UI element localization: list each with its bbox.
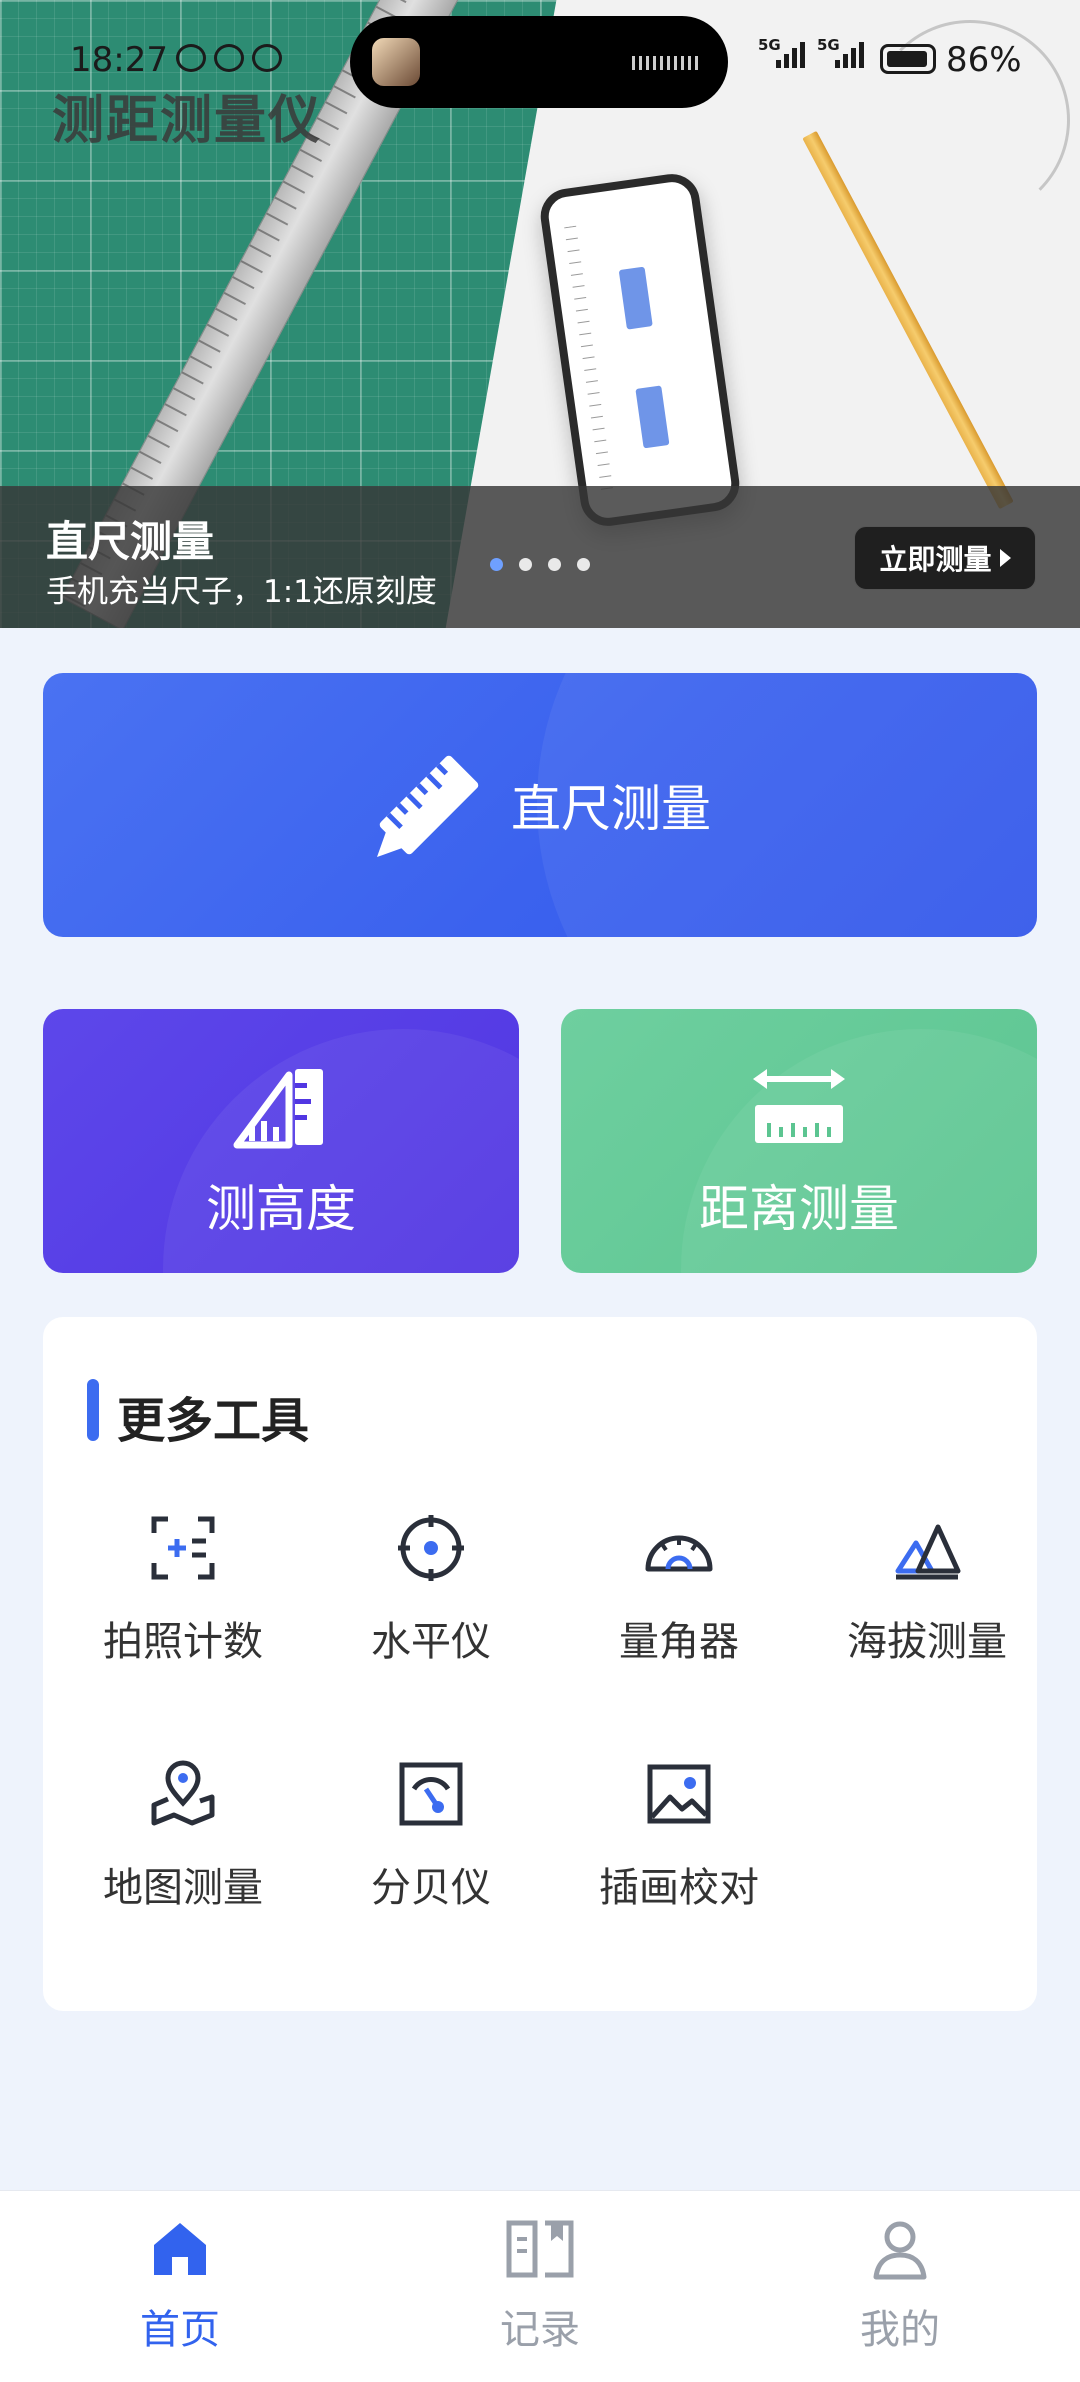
nav-home[interactable]: 首页 (60, 2217, 300, 2355)
tool-image-proof[interactable]: 插画校对 (555, 1759, 803, 1913)
height-measure-label: 测高度 (206, 1180, 356, 1238)
ruler-measure-card[interactable]: 直尺测量 (43, 673, 1037, 937)
more-tools-heading: 更多工具 (117, 1393, 310, 1449)
section-accent-bar (87, 1379, 99, 1441)
tool-label: 海拔测量 (847, 1619, 1007, 1665)
measure-now-label: 立即测量 (879, 543, 992, 576)
nav-profile[interactable]: 我的 (780, 2217, 1020, 2355)
tool-label: 量角器 (619, 1619, 739, 1665)
tool-photo-count[interactable]: 拍照计数 (59, 1513, 307, 1667)
height-chart-icon (233, 1069, 323, 1149)
map-measure-icon (151, 1760, 215, 1826)
status-bar: 18:27 5G 5G 86% (0, 0, 1080, 120)
height-measure-card[interactable]: 测高度 (43, 1009, 519, 1273)
tool-label: 分贝仪 (371, 1865, 491, 1911)
carousel-indicator[interactable] (490, 558, 590, 571)
headphones-icon (214, 44, 244, 72)
bottom-navigation: 首页 记录 我的 (0, 2190, 1080, 2382)
measure-now-button[interactable]: 立即测量 (854, 526, 1036, 590)
carousel-dot[interactable] (548, 558, 561, 571)
nav-records[interactable]: 记录 (420, 2217, 660, 2355)
tool-map-measure[interactable]: 地图测量 (59, 1759, 307, 1913)
tool-label: 水平仪 (371, 1619, 491, 1665)
tool-altitude[interactable]: 海拔测量 (803, 1513, 1051, 1667)
altitude-icon (895, 1524, 961, 1580)
banner-title: 直尺测量 (46, 517, 215, 566)
carousel-dot[interactable] (577, 558, 590, 571)
ruler-pencil-icon (377, 755, 479, 857)
more-tools-panel: 更多工具 拍照计数 水平仪 量角器 海拔测量 地图测量 分贝仪 插画校对 (43, 1317, 1037, 2011)
audio-wave-icon (632, 56, 702, 70)
ruler-measure-label: 直尺测量 (511, 780, 711, 838)
home-icon (154, 2223, 206, 2275)
tool-decibel[interactable]: 分贝仪 (307, 1759, 555, 1913)
phone-marker-top (618, 266, 653, 330)
distance-measure-label: 距离测量 (699, 1180, 899, 1238)
signal-indicators: 5G 5G (758, 36, 864, 68)
protractor-icon (645, 1535, 713, 1572)
media-thumbnail (372, 38, 420, 86)
tool-protractor[interactable]: 量角器 (555, 1513, 803, 1667)
banner-subtitle: 手机充当尺子，1:1还原刻度 (46, 574, 437, 610)
nav-label: 首页 (140, 2307, 220, 2353)
wechat-icon (252, 44, 282, 72)
play-arrow-icon (999, 549, 1011, 567)
status-notification-icons (176, 44, 282, 72)
photo-count-icon (151, 1516, 215, 1580)
status-time: 18:27 (70, 40, 168, 80)
nav-label: 记录 (500, 2307, 580, 2353)
dynamic-island[interactable] (350, 16, 728, 108)
battery-icon (880, 44, 936, 74)
tool-label: 地图测量 (103, 1865, 263, 1911)
user-icon (873, 2221, 927, 2280)
carousel-dot[interactable] (519, 558, 532, 571)
image-proof-icon (647, 1764, 711, 1824)
network-type-label: 5G (758, 36, 781, 54)
tool-label: 插画校对 (599, 1865, 759, 1911)
level-icon (398, 1515, 464, 1581)
phone-marker-bottom (635, 385, 670, 449)
distance-measure-card[interactable]: 距离测量 (561, 1009, 1037, 1273)
decibel-icon (399, 1762, 463, 1826)
distance-ruler-icon (753, 1069, 845, 1143)
network-type-label: 5G (817, 36, 840, 54)
record-book-icon (506, 2220, 574, 2278)
eye-icon (176, 44, 206, 72)
tool-label: 拍照计数 (103, 1619, 263, 1665)
carousel-dot[interactable] (490, 558, 503, 571)
signal-icon: 5G (758, 36, 805, 68)
battery-percent: 86% (946, 40, 1022, 80)
nav-label: 我的 (860, 2307, 940, 2353)
tool-level[interactable]: 水平仪 (307, 1513, 555, 1667)
signal-icon: 5G (817, 36, 864, 68)
